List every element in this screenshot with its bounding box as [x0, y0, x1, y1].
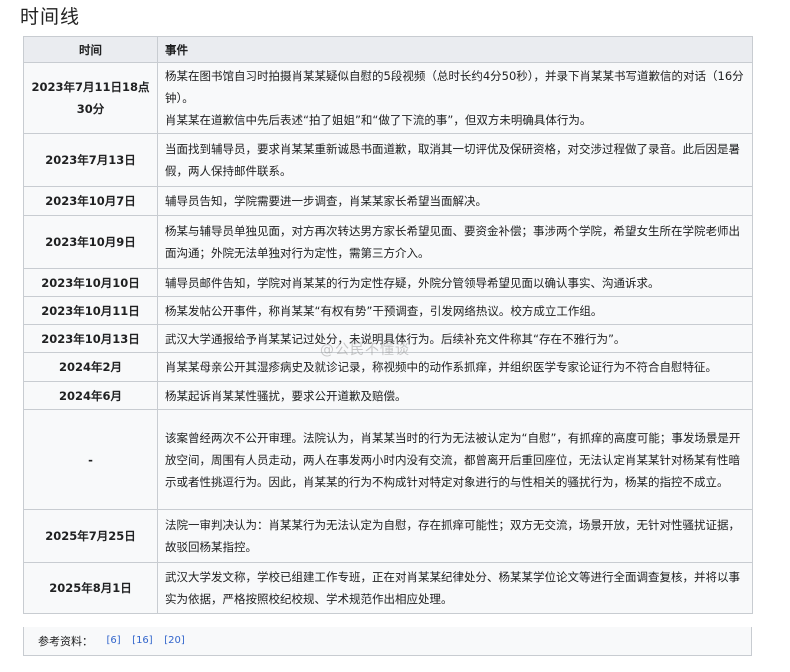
event-line: 肖某某在道歉信中先后表述“拍了姐姐”和“做了下流的事”，但双方未明确具体行为。	[165, 113, 592, 127]
row-time: 2023年7月11日18点30分	[23, 62, 158, 134]
row-event: 武汉大学通报给予肖某某记过处分，未说明具体行为。后续补充文件称其“存在不雅行为”…	[157, 324, 753, 353]
table-row: 2024年6月 杨某起诉肖某某性骚扰，要求公开道歉及赔偿。	[23, 381, 753, 410]
references-bar: 参考资料： [6] [16] [20]	[23, 627, 752, 656]
event-line: 法院一审判决认为：肖某某行为无法认定为自慰，存在抓痒可能性；双方无交流，场景开放…	[165, 518, 740, 554]
table-row: 2023年10月11日 杨某发帖公开事件，称肖某某“有权有势”干预调查，引发网络…	[23, 296, 753, 325]
row-event: 杨某在图书馆自习时拍摄肖某某疑似自慰的5段视频（总时长约4分50秒），并录下肖某…	[157, 62, 753, 134]
row-event: 武汉大学发文称，学校已组建工作专班，正在对肖某某纪律处分、杨某某学位论文等进行全…	[157, 562, 753, 614]
row-event: 杨某起诉肖某某性骚扰，要求公开道歉及赔偿。	[157, 381, 753, 410]
table-row: 2023年10月7日 辅导员告知，学院需要进一步调查，肖某某家长希望当面解决。	[23, 186, 753, 216]
column-header-time: 时间	[23, 36, 158, 63]
event-line: 杨某起诉肖某某性骚扰，要求公开道歉及赔偿。	[165, 388, 407, 403]
table-row: 2023年10月13日 武汉大学通报给予肖某某记过处分，未说明具体行为。后续补充…	[23, 324, 753, 353]
event-line: 该案曾经两次不公开审理。法院认为，肖某某当时的行为无法被认定为“自慰”，有抓痒的…	[165, 430, 741, 489]
references-label: 参考资料：	[38, 635, 93, 648]
timeline-table: 时间 事件 2023年7月11日18点30分 杨某在图书馆自习时拍摄肖某某疑似自…	[23, 36, 753, 614]
table-row: 2023年7月11日18点30分 杨某在图书馆自习时拍摄肖某某疑似自慰的5段视频…	[23, 62, 753, 134]
table-header-row: 时间 事件	[23, 36, 753, 63]
event-line: 杨某发帖公开事件，称肖某某“有权有势”干预调查，引发网络热议。校方成立工作组。	[165, 303, 603, 318]
event-line: 辅导员告知，学院需要进一步调查，肖某某家长希望当面解决。	[165, 194, 487, 208]
table-row: 2024年2月 肖某某母亲公开其湿疹病史及就诊记录，称视频中的动作系抓痒，并组织…	[23, 352, 753, 382]
column-header-event: 事件	[157, 36, 753, 63]
row-time: 2024年2月	[23, 352, 158, 382]
table-row: 2023年7月13日 当面找到辅导员，要求肖某某重新诚恳书面道歉，取消其一切评优…	[23, 133, 753, 187]
row-event: 辅导员告知，学院需要进一步调查，肖某某家长希望当面解决。	[157, 186, 753, 216]
event-line: 肖某某母亲公开其湿疹病史及就诊记录，称视频中的动作系抓痒，并组织医学专家论证行为…	[165, 360, 717, 374]
row-event: 当面找到辅导员，要求肖某某重新诚恳书面道歉，取消其一切评优及保研资格，对交涉过程…	[157, 133, 753, 187]
event-line: 辅导员邮件告知，学院对肖某某的行为定性存疑，外院分管领导希望见面以确认事实、沟通…	[165, 275, 660, 290]
event-line: 武汉大学通报给予肖某某记过处分，未说明具体行为。后续补充文件称其“存在不雅行为”…	[165, 331, 626, 346]
row-event: 法院一审判决认为：肖某某行为无法认定为自慰，存在抓痒可能性；双方无交流，场景开放…	[157, 509, 753, 563]
row-time: 2025年8月1日	[23, 562, 158, 614]
reference-link[interactable]: [20]	[164, 635, 185, 646]
row-time: 2023年10月13日	[23, 324, 158, 353]
event-line: 武汉大学发文称，学校已组建工作专班，正在对肖某某纪律处分、杨某某学位论文等进行全…	[165, 570, 740, 606]
table-row: 2025年7月25日 法院一审判决认为：肖某某行为无法认定为自慰，存在抓痒可能性…	[23, 509, 753, 563]
row-event: 杨某发帖公开事件，称肖某某“有权有势”干预调查，引发网络热议。校方成立工作组。	[157, 296, 753, 325]
row-event: 肖某某母亲公开其湿疹病史及就诊记录，称视频中的动作系抓痒，并组织医学专家论证行为…	[157, 352, 753, 382]
table-row: 2023年10月9日 杨某与辅导员单独见面，对方再次转达男方家长希望见面、要资金…	[23, 215, 753, 269]
table-row: - 该案曾经两次不公开审理。法院认为，肖某某当时的行为无法被认定为“自慰”，有抓…	[23, 409, 753, 510]
event-line: 杨某在图书馆自习时拍摄肖某某疑似自慰的5段视频（总时长约4分50秒），并录下肖某…	[165, 69, 744, 105]
event-line: 当面找到辅导员，要求肖某某重新诚恳书面道歉，取消其一切评优及保研资格，对交涉过程…	[165, 142, 740, 178]
row-time: 2023年10月9日	[23, 215, 158, 269]
reference-link[interactable]: [6]	[107, 635, 121, 646]
row-time: 2024年6月	[23, 381, 158, 410]
table-row: 2025年8月1日 武汉大学发文称，学校已组建工作专班，正在对肖某某纪律处分、杨…	[23, 562, 753, 614]
row-time: 2025年7月25日	[23, 509, 158, 563]
table-row: 2023年10月10日 辅导员邮件告知，学院对肖某某的行为定性存疑，外院分管领导…	[23, 268, 753, 297]
row-event: 杨某与辅导员单独见面，对方再次转达男方家长希望见面、要资金补偿；事涉两个学院，希…	[157, 215, 753, 269]
row-time: 2023年7月13日	[23, 133, 158, 187]
reference-link[interactable]: [16]	[132, 635, 153, 646]
page-title: 时间线	[20, 6, 81, 28]
row-event: 该案曾经两次不公开审理。法院认为，肖某某当时的行为无法被认定为“自慰”，有抓痒的…	[157, 409, 753, 510]
row-time: 2023年10月11日	[23, 296, 158, 325]
row-time: 2023年10月7日	[23, 186, 158, 216]
row-event: 辅导员邮件告知，学院对肖某某的行为定性存疑，外院分管领导希望见面以确认事实、沟通…	[157, 268, 753, 297]
row-time: -	[23, 409, 158, 510]
row-time: 2023年10月10日	[23, 268, 158, 297]
event-line: 杨某与辅导员单独见面，对方再次转达男方家长希望见面、要资金补偿；事涉两个学院，希…	[165, 224, 740, 260]
